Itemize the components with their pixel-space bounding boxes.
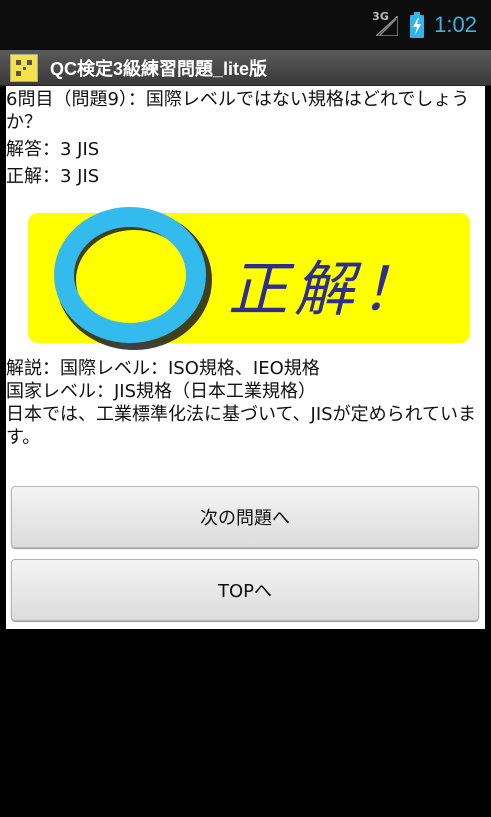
answer-text: 解答：3 JIS bbox=[6, 139, 100, 160]
explanation-block: 解説：国際レベル：ISO規格、IEO規格 国家レベル：JIS規格（日本工業規格）… bbox=[6, 357, 485, 449]
signal-icon bbox=[376, 16, 399, 36]
explanation-line: 国家レベル：JIS規格（日本工業規格） bbox=[6, 381, 317, 402]
correct-banner-text: 正解！ bbox=[228, 255, 426, 325]
next-question-button[interactable]: 次の問題へ bbox=[11, 486, 479, 548]
clock: 1:02 bbox=[434, 12, 477, 37]
app-title: QC検定3級練習問題_lite版 bbox=[50, 58, 268, 79]
explanation-line: 日本では、工業標準化法に基づいて、JISが定められています。 bbox=[6, 404, 477, 448]
correct-answer-text: 正解：3 JIS bbox=[6, 166, 100, 187]
status-icons: 3G 1:02 bbox=[372, 10, 477, 38]
battery-charging-icon bbox=[410, 12, 425, 38]
status-bar: 3G 1:02 bbox=[0, 0, 491, 50]
question-text: 6問目（問題9）：国際レベルではない規格はどれでしょうか？ bbox=[6, 89, 470, 133]
explanation-line: 解説：国際レベル：ISO規格、IEO規格 bbox=[6, 358, 320, 379]
question-block: 6問目（問題9）：国際レベルではない規格はどれでしょうか？ 解答：3 JIS 正… bbox=[6, 86, 485, 188]
result-banner: 正解！ bbox=[28, 207, 470, 350]
app-icon bbox=[10, 53, 38, 82]
top-button[interactable]: TOPへ bbox=[11, 559, 479, 621]
app-title-bar: QC検定3級練習問題_lite版 bbox=[0, 50, 491, 86]
network-indicator: 3G bbox=[372, 10, 400, 38]
main-content: 6問目（問題9）：国際レベルではない規格はどれでしょうか？ 解答：3 JIS 正… bbox=[6, 86, 485, 629]
correct-circle-icon bbox=[54, 207, 212, 350]
empty-area bbox=[0, 629, 491, 817]
